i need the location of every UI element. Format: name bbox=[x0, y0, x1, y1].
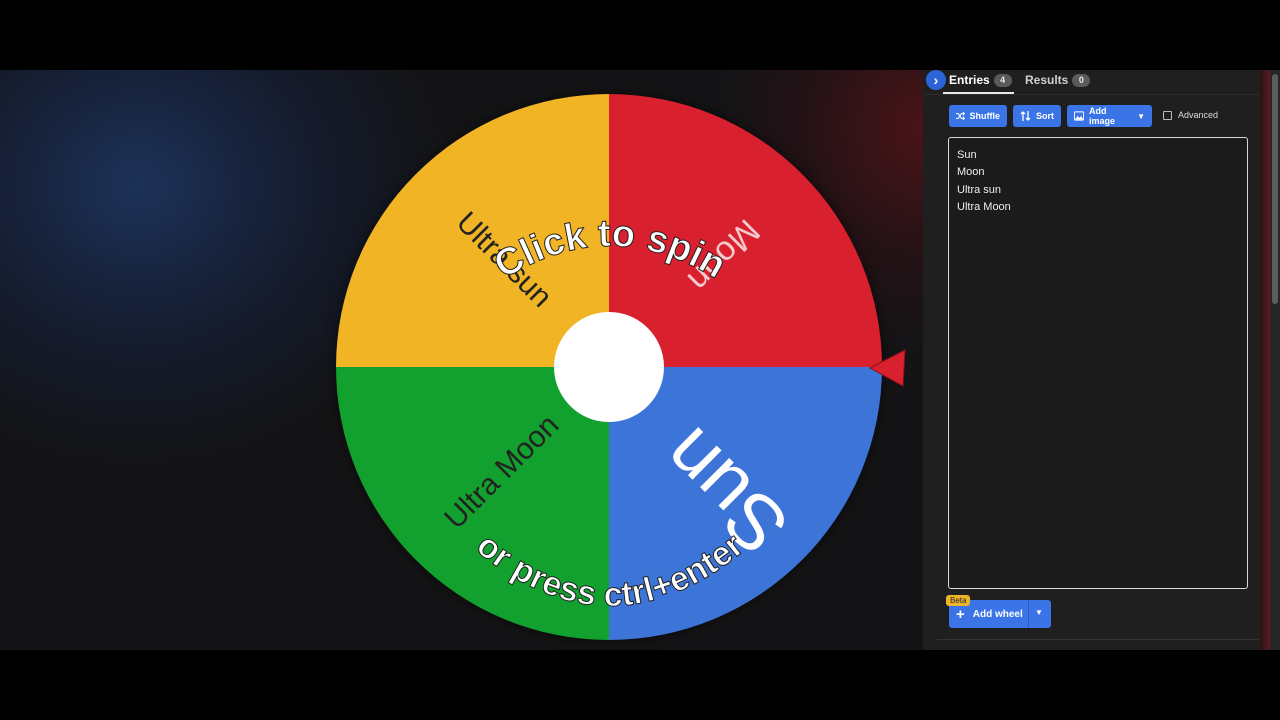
shuffle-label: Shuffle bbox=[969, 111, 1001, 121]
wheel-stage[interactable]: Moon Sun Ultra Moon Ultra sun Click to spin… bbox=[0, 70, 923, 650]
shuffle-button[interactable]: Shuffle bbox=[949, 105, 1007, 127]
add-image-button[interactable]: Add image ▼ bbox=[1067, 105, 1152, 127]
spin-wheel[interactable]: MoonSunUltra MoonUltra sun Click to spin… bbox=[0, 70, 923, 650]
tab-results[interactable]: Results 0 bbox=[1025, 73, 1091, 87]
tab-entries-label: Entries bbox=[949, 73, 990, 87]
active-tab-underline bbox=[943, 92, 1014, 94]
entry-line: Ultra sun bbox=[957, 183, 1002, 196]
advanced-label: Advanced bbox=[1178, 110, 1219, 120]
beta-badge: Beta bbox=[946, 595, 971, 606]
entry-line: Ultra Moon bbox=[957, 200, 1011, 213]
entries-panel: › Entries 4 Results 0 Shuffle Sort Add ima… bbox=[923, 70, 1280, 650]
add-image-label: Add image bbox=[1089, 106, 1116, 126]
entry-line: Moon bbox=[957, 166, 985, 179]
checkbox-box[interactable] bbox=[1163, 110, 1172, 120]
tab-results-label: Results bbox=[1025, 73, 1069, 87]
add-wheel-label: Add wheel bbox=[972, 608, 1023, 620]
page-edge-glow bbox=[1260, 70, 1270, 650]
wheel-hub[interactable] bbox=[554, 312, 664, 422]
scrollbar[interactable] bbox=[1270, 70, 1280, 650]
entry-line: Sun bbox=[957, 149, 977, 161]
tab-entries[interactable]: Entries 4 bbox=[949, 73, 1012, 87]
chevron-down-icon: ▼ bbox=[1137, 111, 1145, 121]
collapse-panel-chevron-icon[interactable]: › bbox=[926, 70, 946, 90]
results-count-badge: 0 bbox=[1072, 74, 1091, 87]
sort-button[interactable]: Sort bbox=[1013, 105, 1061, 127]
split-divider bbox=[1028, 600, 1029, 628]
scrollbar-thumb[interactable] bbox=[1272, 74, 1278, 304]
sort-icon bbox=[1020, 111, 1031, 121]
plus-icon: + bbox=[956, 605, 965, 623]
add-wheel-dropdown-chevron-icon[interactable]: ▼ bbox=[1035, 608, 1043, 617]
advanced-checkbox[interactable]: Advanced bbox=[1163, 110, 1218, 120]
image-icon bbox=[1074, 111, 1085, 121]
sort-label: Sort bbox=[1036, 111, 1054, 121]
entries-count-badge: 4 bbox=[993, 74, 1012, 87]
entries-textarea[interactable]: Sun Moon Ultra sun Ultra Moon bbox=[948, 137, 1248, 589]
panel-tabs: › Entries 4 Results 0 bbox=[923, 70, 1280, 95]
letterbox-top bbox=[0, 0, 1280, 70]
shuffle-icon bbox=[956, 111, 965, 121]
letterbox-bottom bbox=[0, 650, 1280, 720]
section-divider bbox=[937, 639, 1259, 640]
